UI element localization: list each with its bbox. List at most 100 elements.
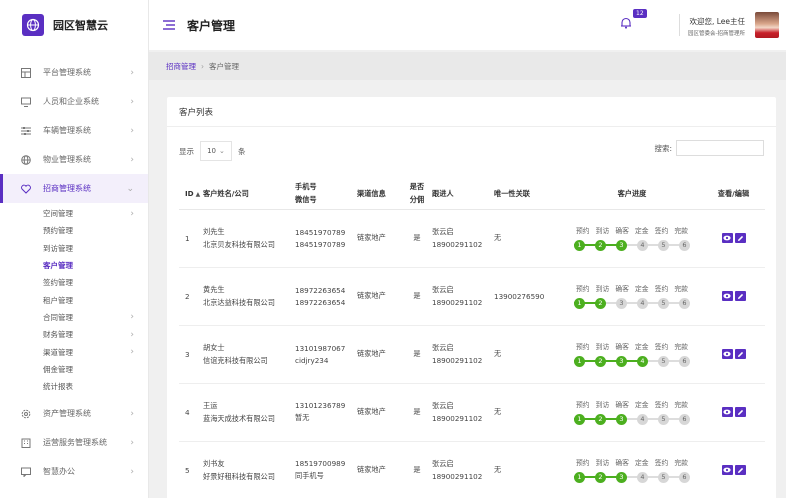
- table-row[interactable]: 4 王运 蓝海天成技术有限公司 13101236789 暂无 链家地产是张云启 189002…: [179, 383, 765, 442]
- sidebar-item-vehicle[interactable]: 车辆管理系统 ›: [0, 116, 148, 145]
- wechat-id: cidjry234: [295, 355, 329, 365]
- brand[interactable]: 园区智慧云: [0, 0, 148, 50]
- sub-item-channel[interactable]: 渠道管理 ›: [0, 343, 148, 360]
- view-eye-icon[interactable]: [721, 407, 733, 417]
- progress-stage-label: 预约: [576, 459, 590, 467]
- progress-stage-label: 预约: [576, 285, 590, 293]
- cell-relation: 无: [494, 209, 562, 268]
- cell-relation: 无: [494, 383, 562, 442]
- col-channel-header[interactable]: 渠道信息: [357, 179, 402, 210]
- sidebar-item-operation[interactable]: 运营服务管理系统 ›: [0, 428, 148, 457]
- search-input[interactable]: [676, 140, 764, 156]
- progress-stage-label: 确客: [615, 285, 629, 293]
- customer-company: 北京达益科技有限公司: [203, 297, 275, 307]
- breadcrumb-current: 客户管理: [209, 61, 239, 71]
- progress-stage-label: 预约: [576, 227, 590, 235]
- sub-item-commission[interactable]: 佣金管理: [0, 361, 148, 378]
- notification-badge: 12: [633, 9, 647, 18]
- chevron-down-icon: ⌄: [126, 183, 134, 194]
- bell-icon[interactable]: [620, 17, 634, 31]
- chevron-right-icon: ›: [130, 466, 134, 477]
- table-row[interactable]: 1 刘先生 北京贝友科技有限公司 18451970789 18451970789 链家地产…: [179, 209, 765, 268]
- sidebar-item-property[interactable]: 物业管理系统 ›: [0, 145, 148, 174]
- unit-label: 条: [238, 146, 246, 156]
- progress-stage-label: 签约: [654, 459, 669, 467]
- progress-step: 3: [616, 355, 627, 367]
- avatar[interactable]: [755, 12, 779, 38]
- cell-progress: 预约 到访 确客 定金 签约 完款 1 2 3 4 5 6: [562, 441, 702, 498]
- progress-step: 4: [637, 471, 648, 483]
- view-eye-icon[interactable]: [721, 465, 733, 475]
- page-length-select[interactable]: 10 ⌄: [200, 141, 232, 161]
- sub-item-tenant[interactable]: 租户管理: [0, 291, 148, 308]
- cell-actions: [702, 267, 765, 326]
- chevron-right-icon: ›: [130, 96, 134, 107]
- table-row[interactable]: 3 胡女士 信谊克科技有限公司 13101987067 cidjry234 链家地产是张云…: [179, 325, 765, 384]
- view-eye-icon[interactable]: [721, 349, 733, 359]
- edit-pencil-icon[interactable]: [734, 233, 746, 243]
- cell-phone: 13101987067 cidjry234: [295, 325, 357, 384]
- cell-channel: 链家地产: [357, 267, 402, 326]
- sub-item-finance[interactable]: 财务管理 ›: [0, 326, 148, 343]
- progress-stage-label: 到访: [595, 343, 610, 351]
- cell-relation: 13900276590: [494, 267, 562, 326]
- grid-icon: [20, 67, 31, 78]
- sidebar-item-office[interactable]: 智慧办公 ›: [0, 457, 148, 486]
- progress-stage-label: 到访: [595, 401, 610, 409]
- col-phone-header[interactable]: 手机号 微信号: [295, 179, 357, 210]
- sub-item-booking[interactable]: 预约管理: [0, 222, 148, 239]
- progress-step: 2: [595, 471, 606, 483]
- edit-pencil-icon[interactable]: [734, 407, 746, 417]
- edit-pencil-icon[interactable]: [734, 349, 746, 359]
- sidebar-item-people[interactable]: 人员和企业系统 ›: [0, 87, 148, 116]
- progress-tracker: 预约 到访 确客 定金 签约 完款 1 2 3 4 5 6: [574, 225, 690, 251]
- sub-item-report[interactable]: 统计报表: [0, 378, 148, 395]
- cell-id: 3: [179, 325, 203, 384]
- sub-item-customer[interactable]: 客户管理: [0, 257, 148, 274]
- sidebar-item-assets[interactable]: 资产管理系统 ›: [0, 399, 148, 428]
- sidebar-item-label: 车辆管理系统: [43, 126, 91, 135]
- progress-stage-label: 完款: [674, 401, 688, 409]
- progress-stage-label: 定金: [635, 343, 649, 351]
- show-label: 显示: [179, 146, 194, 156]
- sidebar-item-label: 人员和企业系统: [43, 97, 99, 106]
- cell-progress: 预约 到访 确客 定金 签约 完款 1 2 3 4 5 6: [562, 325, 702, 384]
- col-split-header[interactable]: 是否 分佣: [402, 179, 432, 210]
- sub-item-space[interactable]: 空间管理 ›: [0, 205, 148, 222]
- cell-split: 是: [402, 441, 432, 498]
- menu-toggle-icon[interactable]: [163, 20, 177, 30]
- user-info[interactable]: 欢迎您, Lee主任 园区管委会-招商管理所: [685, 16, 745, 37]
- sub-item-visit[interactable]: 到访管理: [0, 240, 148, 257]
- progress-step: 3: [616, 471, 627, 483]
- progress-stage-label: 完款: [674, 227, 688, 235]
- progress-step: 2: [595, 239, 606, 251]
- sidebar-item-platform[interactable]: 平台管理系统 ›: [0, 58, 148, 87]
- col-id-header[interactable]: ID ▲: [179, 179, 203, 210]
- search: 搜索:: [654, 140, 764, 156]
- sub-item-contract[interactable]: 合同管理 ›: [0, 309, 148, 326]
- progress-stage-label: 预约: [576, 343, 590, 351]
- monitor-icon: [20, 96, 31, 107]
- sub-item-signing[interactable]: 签约管理: [0, 274, 148, 291]
- progress-step: 3: [616, 413, 627, 425]
- view-eye-icon[interactable]: [721, 291, 733, 301]
- col-name-header[interactable]: 客户姓名/公司: [203, 179, 295, 210]
- sidebar-item-investment[interactable]: 招商管理系统 ⌄: [0, 174, 148, 203]
- edit-pencil-icon[interactable]: [734, 291, 746, 301]
- progress-step: 2: [595, 297, 606, 309]
- view-eye-icon[interactable]: [721, 233, 733, 243]
- edit-pencil-icon[interactable]: [734, 465, 746, 475]
- chevron-right-icon: ›: [130, 408, 134, 419]
- table-row[interactable]: 2 黄先生 北京达益科技有限公司 18972263654 18972263654 链家地产…: [179, 267, 765, 326]
- progress-step: 6: [679, 297, 690, 309]
- breadcrumb-parent[interactable]: 招商管理: [166, 61, 196, 72]
- cell-name: 黄先生 北京达益科技有限公司: [203, 267, 295, 326]
- chevron-right-icon: ›: [130, 329, 134, 340]
- col-follower-header[interactable]: 跟进人: [432, 179, 494, 210]
- cell-progress: 预约 到访 确客 定金 签约 完款 1 2 3 4 5 6: [562, 383, 702, 442]
- cell-name: 刘先生 北京贝友科技有限公司: [203, 209, 295, 268]
- chevron-right-icon: ›: [130, 125, 134, 136]
- col-relation-header[interactable]: 唯一性关联: [494, 179, 562, 210]
- col-progress-header: 客户进度: [562, 179, 702, 210]
- table-row[interactable]: 5 刘书友 好景好租科技有限公司 18519700989 同手机号 链家地产是张云启 189…: [179, 441, 765, 498]
